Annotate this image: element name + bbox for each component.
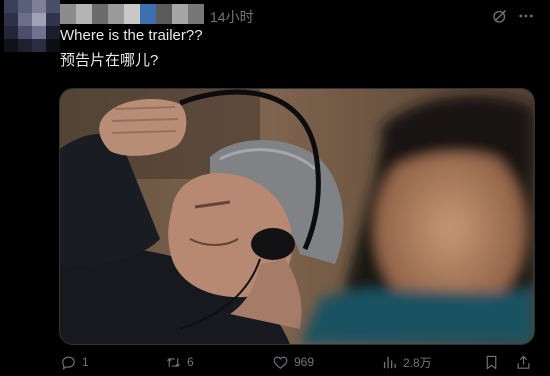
share-icon <box>517 355 530 369</box>
post-timestamp[interactable]: 14小时 <box>210 7 254 27</box>
share-button[interactable] <box>515 352 537 372</box>
more-icon[interactable] <box>517 7 535 25</box>
reply-button[interactable]: 1 <box>60 352 89 372</box>
repost-icon <box>167 357 180 367</box>
tweet-post: 14小时 Where is the trailer?? 预告片在哪儿? 1 6 … <box>0 0 550 376</box>
avatar[interactable] <box>4 0 60 52</box>
post-photo[interactable] <box>59 88 535 345</box>
bookmark-button[interactable] <box>483 352 505 372</box>
bookmark-icon <box>486 355 497 369</box>
reply-count: 1 <box>82 355 89 369</box>
like-count: 969 <box>294 355 315 369</box>
post-text-line1: Where is the trailer?? <box>60 27 203 44</box>
action-bar: 1 6 969 2.8万 <box>0 352 550 372</box>
heart-icon <box>273 356 288 369</box>
repost-button[interactable]: 6 <box>165 352 194 372</box>
reply-icon <box>62 356 75 369</box>
post-text-line2: 预告片在哪儿? <box>60 52 159 69</box>
grok-icon[interactable] <box>491 7 509 25</box>
like-button[interactable]: 969 <box>272 352 314 372</box>
view-count: 2.8万 <box>403 355 432 370</box>
views-chart-icon <box>383 356 396 368</box>
views-button[interactable]: 2.8万 <box>381 352 432 372</box>
author-name[interactable] <box>60 4 204 24</box>
repost-count: 6 <box>187 355 194 369</box>
